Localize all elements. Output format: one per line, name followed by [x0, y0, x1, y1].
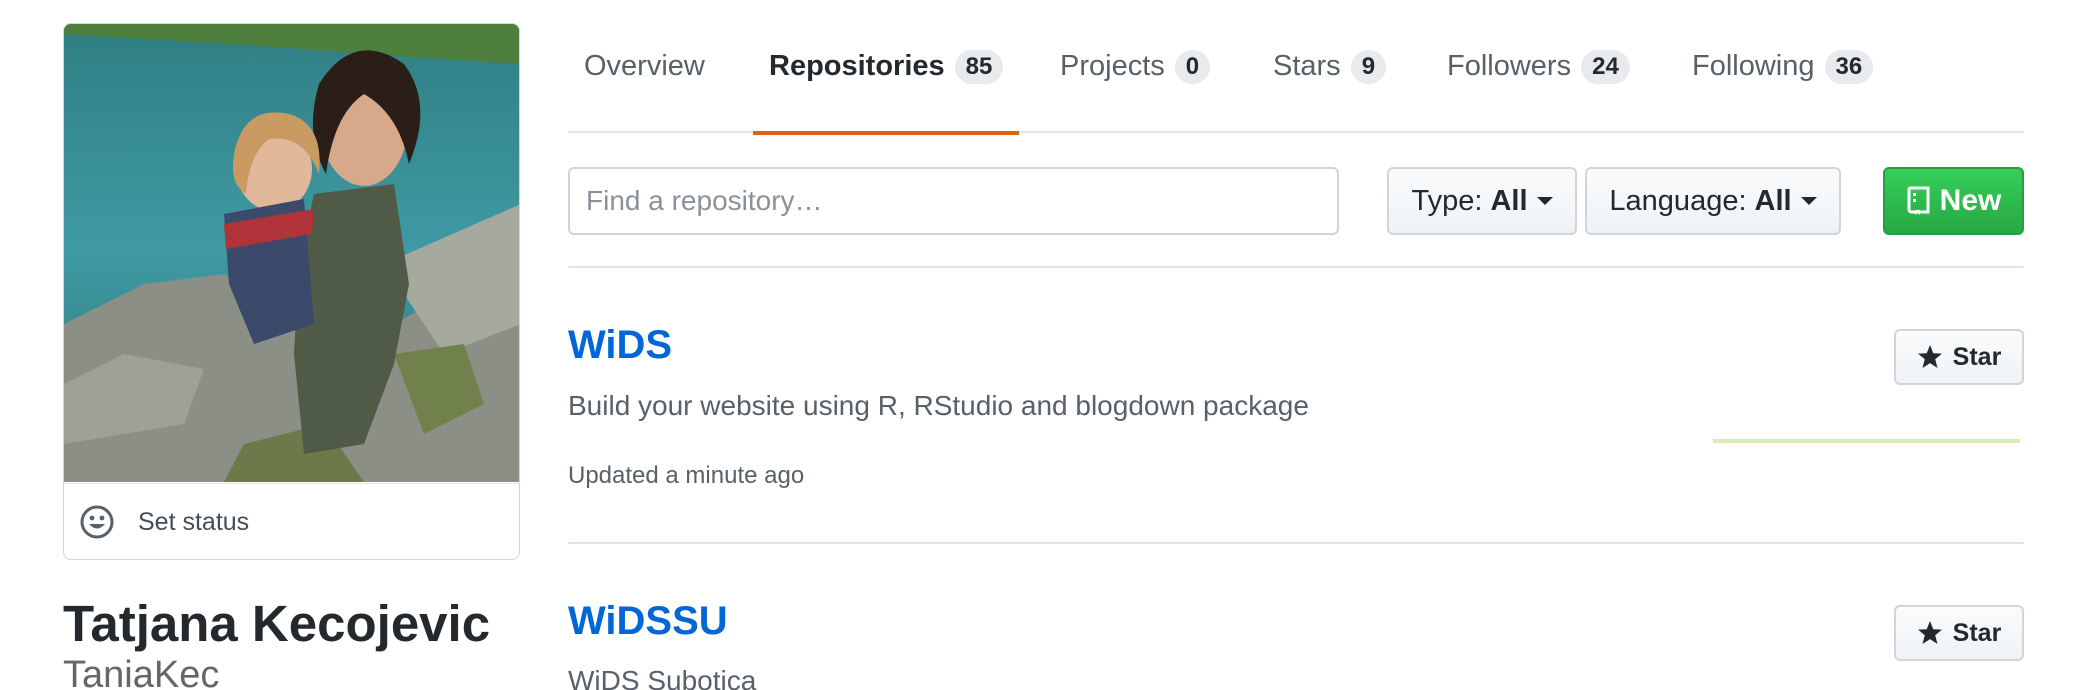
set-status-label: Set status — [138, 507, 250, 536]
avatar-card: Set status — [63, 23, 520, 560]
tab-overview[interactable]: Overview — [584, 0, 705, 133]
tab-counter: 24 — [1581, 49, 1630, 84]
type-filter-label: Type: — [1411, 184, 1483, 217]
star-button[interactable]: Star — [1894, 329, 2024, 385]
tab-counter: 85 — [954, 49, 1004, 84]
tab-label: Overview — [584, 50, 705, 82]
language-filter-value: All — [1754, 184, 1792, 217]
repo-book-icon — [1907, 186, 1930, 215]
repo-name-link[interactable]: WiDSSU — [568, 597, 728, 645]
star-label: Star — [1952, 342, 2002, 371]
repo-updated-time: Updated a minute ago — [568, 462, 805, 489]
star-icon — [1917, 621, 1942, 644]
star-button[interactable]: Star — [1894, 605, 2024, 661]
star-icon — [1917, 345, 1942, 368]
tab-projects[interactable]: Projects 0 — [1060, 0, 1211, 133]
caret-down-icon — [1800, 197, 1817, 205]
tab-stars[interactable]: Stars 9 — [1273, 0, 1387, 133]
repo-name-link[interactable]: WiDS — [568, 321, 672, 369]
repo-description: Build your website using R, RStudio and … — [568, 390, 1309, 421]
tab-label: Repositories — [769, 50, 945, 82]
new-repository-button[interactable]: New — [1883, 167, 2024, 235]
tab-label: Projects — [1060, 50, 1165, 82]
tab-counter: 0 — [1174, 49, 1211, 84]
type-filter-select[interactable]: Type: All — [1387, 167, 1577, 235]
tab-followers[interactable]: Followers 24 — [1447, 0, 1630, 133]
tab-counter: 36 — [1824, 49, 1874, 84]
repo-description: WiDS Subotica — [568, 665, 757, 690]
find-repository-input[interactable] — [568, 167, 1339, 235]
caret-down-icon — [1536, 197, 1553, 205]
tab-following[interactable]: Following 36 — [1692, 0, 1874, 133]
language-filter-label: Language: — [1609, 184, 1747, 217]
profile-full-name: Tatjana Kecojevic — [63, 595, 491, 652]
type-filter-value: All — [1490, 184, 1528, 217]
set-status-button[interactable]: Set status — [64, 483, 519, 559]
tab-label: Stars — [1273, 50, 1341, 82]
tab-counter: 9 — [1350, 49, 1387, 84]
tab-repositories[interactable]: Repositories 85 — [752, 0, 1020, 135]
avatar[interactable] — [64, 24, 520, 482]
tab-label: Following — [1692, 50, 1815, 82]
star-label: Star — [1952, 618, 2002, 647]
filter-divider — [568, 266, 2024, 268]
language-filter-select[interactable]: Language: All — [1585, 167, 1841, 235]
smiley-icon — [80, 505, 114, 539]
activity-sparkline — [1713, 439, 2020, 443]
repo-divider — [568, 542, 2024, 544]
profile-username: TaniaKec — [63, 654, 220, 690]
profile-tabs: Overview Repositories 85 Projects 0 Star… — [568, 0, 2024, 135]
new-button-label: New — [1939, 184, 2002, 217]
tab-label: Followers — [1447, 50, 1572, 82]
